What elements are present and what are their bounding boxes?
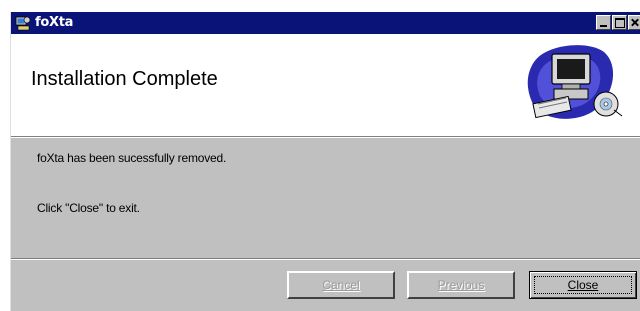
close-icon[interactable] — [628, 15, 640, 30]
instruction-text: Click "Close" to exit. — [37, 201, 140, 215]
title-bar[interactable]: foXta — [11, 12, 640, 34]
header-banner: Installation Complete — [11, 34, 640, 136]
footer-divider-highlight — [11, 259, 640, 260]
page-title: Installation Complete — [31, 68, 218, 90]
computer-with-disk-icon — [527, 45, 623, 119]
cancel-button[interactable]: Cancel — [287, 271, 395, 299]
maximize-icon[interactable] — [612, 15, 627, 30]
previous-button-label: Previous — [437, 278, 485, 292]
status-message: foXta has been sucessfully removed. — [37, 151, 227, 165]
previous-button[interactable]: Previous — [407, 271, 515, 299]
installer-window: foXta Installation Complete foXta has be… — [10, 12, 640, 311]
close-button-label: Close — [567, 278, 599, 292]
banner-divider-highlight — [11, 137, 640, 138]
installer-app-icon — [15, 16, 31, 31]
close-button-focus-ring: Close — [534, 276, 632, 294]
cancel-button-label: Cancel — [322, 278, 360, 292]
minimize-icon[interactable] — [596, 15, 611, 30]
close-button[interactable]: Close — [529, 271, 637, 299]
window-title: foXta — [35, 15, 74, 30]
